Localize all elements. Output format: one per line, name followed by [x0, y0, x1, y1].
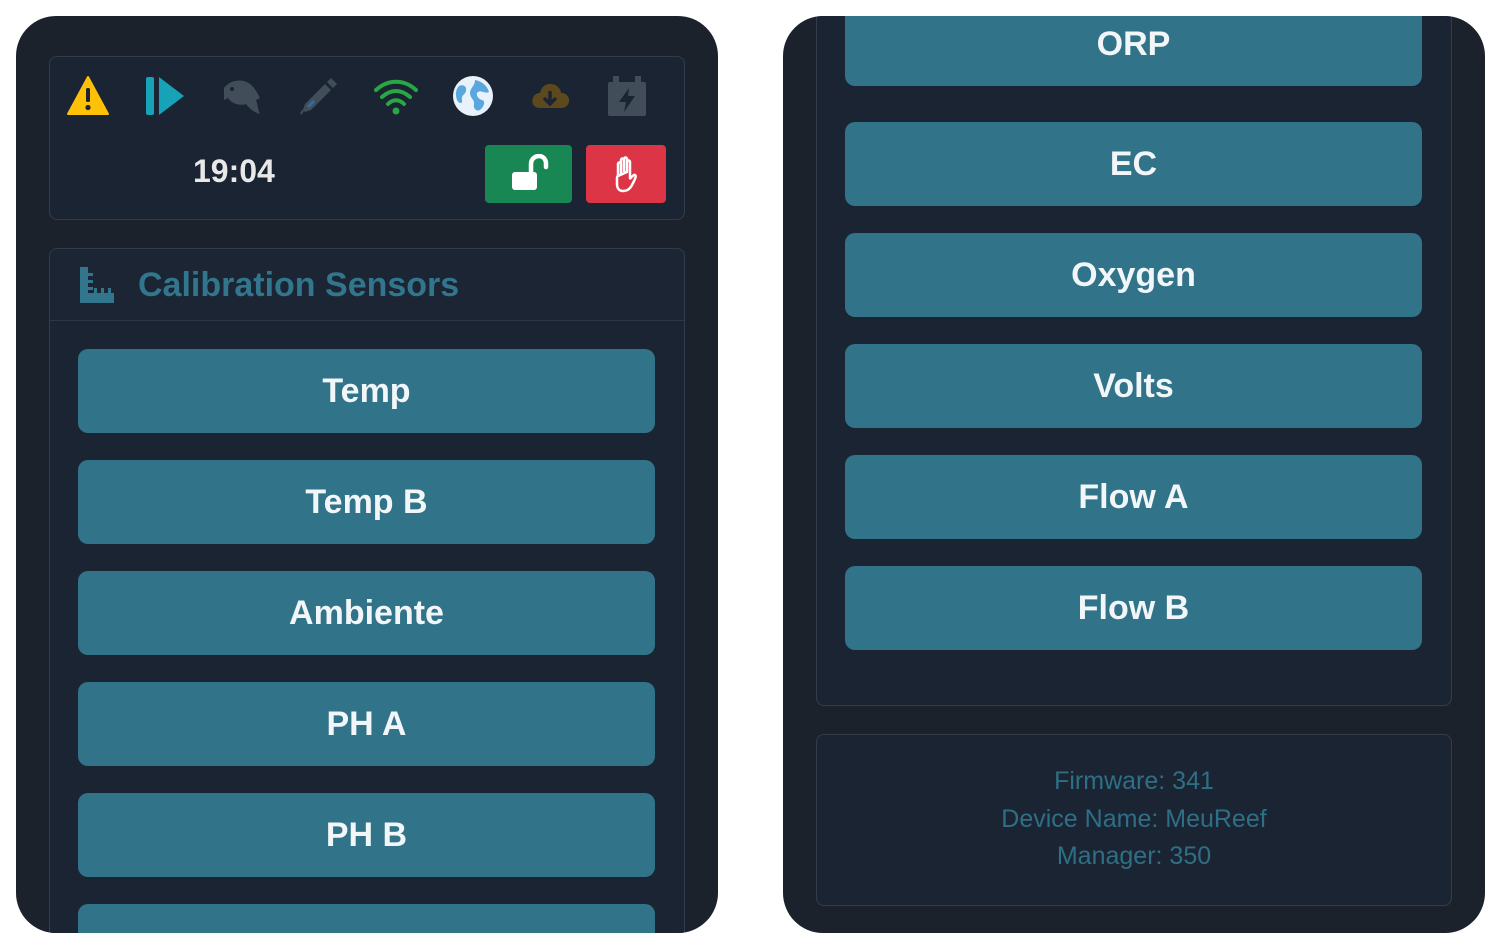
stop-button[interactable]	[586, 145, 666, 203]
device-info-panel: Firmware: 341 Device Name: MeuReef Manag…	[816, 734, 1452, 906]
cloud-download-icon[interactable]	[526, 72, 574, 120]
unlock-icon	[511, 154, 548, 190]
sensor-button-oxygen[interactable]: Oxygen	[845, 233, 1422, 317]
warning-icon[interactable]	[64, 72, 112, 120]
unlock-button[interactable]	[485, 145, 572, 203]
fish-icon[interactable]	[218, 72, 266, 120]
wifi-icon[interactable]	[372, 72, 420, 120]
firmware-info: Firmware: 341	[1054, 767, 1214, 795]
sensor-button-ec[interactable]: EC	[845, 122, 1422, 206]
clock-time: 19:04	[193, 153, 275, 189]
sensor-button-ambiente[interactable]: Ambiente	[78, 571, 655, 655]
calibration-card-continued: ORP EC Oxygen Volts Flow A Flow B	[816, 16, 1452, 706]
card-title: Calibration Sensors	[138, 266, 460, 304]
ruler-icon	[80, 267, 114, 303]
sensor-button-temp[interactable]: Temp	[78, 349, 655, 433]
sensor-button-ph-b[interactable]: PH B	[78, 793, 655, 877]
calibration-card: Calibration Sensors Temp Temp B Ambiente…	[49, 248, 685, 933]
play-forward-icon[interactable]	[141, 72, 189, 120]
sensor-button-flow-b[interactable]: Flow B	[845, 566, 1422, 650]
sensor-button-temp-b[interactable]: Temp B	[78, 460, 655, 544]
left-screen: 19:04 Calibration Sensors Temp Temp B Am…	[16, 16, 718, 933]
sensor-button-orp[interactable]: ORP	[845, 16, 1422, 86]
sensor-button-volts[interactable]: Volts	[845, 344, 1422, 428]
sensor-button-ph-a[interactable]: PH A	[78, 682, 655, 766]
status-header: 19:04	[49, 56, 685, 220]
device-name-info: Device Name: MeuReef	[1001, 805, 1267, 833]
dropper-icon[interactable]	[295, 72, 343, 120]
hand-stop-icon	[615, 156, 637, 193]
sensor-button-flow-a[interactable]: Flow A	[845, 455, 1422, 539]
sensor-button-next[interactable]	[78, 904, 655, 933]
right-screen: ORP EC Oxygen Volts Flow A Flow B Firmwa…	[783, 16, 1485, 933]
manager-info: Manager: 350	[1056, 842, 1212, 870]
globe-icon[interactable]	[449, 72, 497, 120]
battery-charge-icon[interactable]	[603, 72, 651, 120]
card-header: Calibration Sensors	[50, 249, 684, 321]
